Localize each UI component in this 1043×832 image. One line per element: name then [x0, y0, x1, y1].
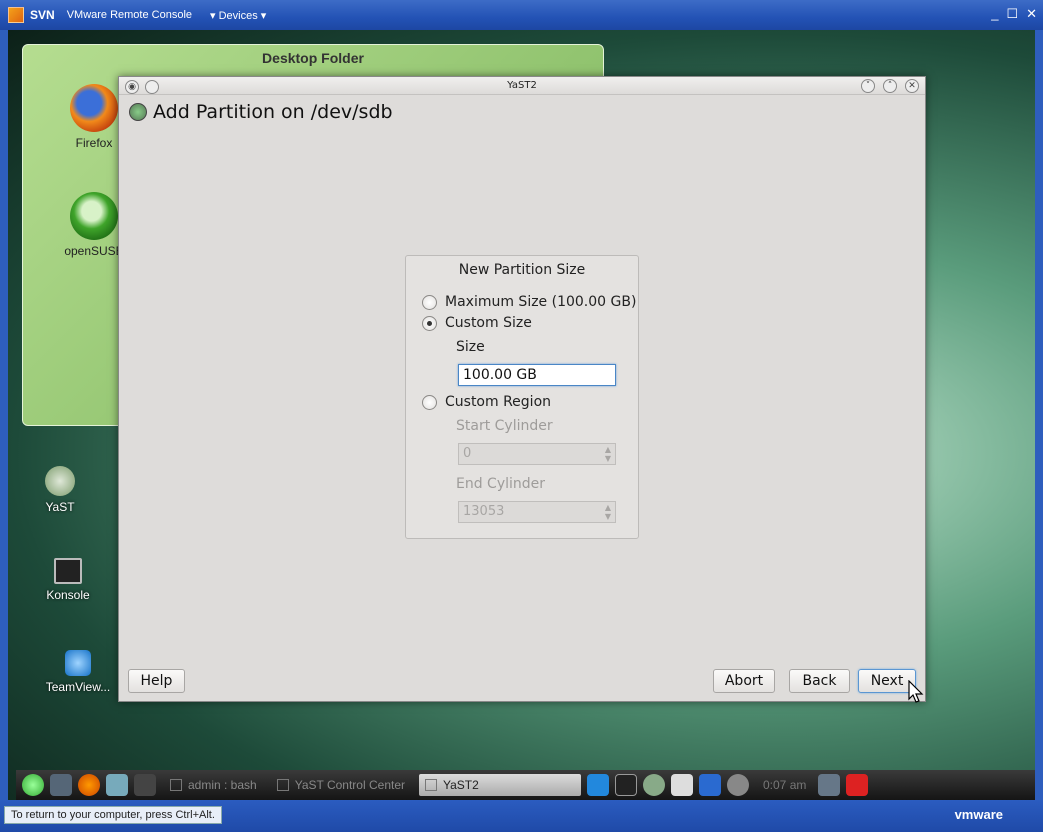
start-cylinder-label: Start Cylinder	[456, 418, 553, 434]
yast-icon	[45, 466, 75, 496]
yast2-window-title: YaST2	[507, 80, 537, 91]
desktop-folder-title: Desktop Folder	[262, 50, 364, 66]
minimize-button[interactable]: _	[991, 6, 998, 22]
back-button[interactable]: Back	[789, 669, 850, 693]
terminal-icon	[170, 779, 182, 791]
dialog-heading: Add Partition on /dev/sdb	[119, 95, 925, 123]
radio-custom-size[interactable]: Custom Size	[422, 315, 532, 331]
vm-name: SVN	[30, 8, 55, 22]
opensuse-icon	[70, 192, 118, 240]
info-icon[interactable]	[727, 774, 749, 796]
menu-vmware-remote-console[interactable]: VMware Remote Console	[67, 9, 192, 21]
size-label: Size	[456, 339, 485, 355]
terminal-icon	[54, 558, 82, 584]
end-cylinder-label: End Cylinder	[456, 476, 546, 492]
vmware-app-icon	[8, 7, 24, 23]
start-menu-icon[interactable]	[22, 774, 44, 796]
minimize-icon[interactable]: ˅	[861, 79, 875, 93]
radio-button[interactable]	[422, 294, 437, 310]
firefox-icon	[70, 84, 118, 132]
maximize-icon[interactable]: ˄	[883, 79, 897, 93]
updates-icon[interactable]	[699, 774, 721, 796]
size-input[interactable]	[458, 364, 616, 386]
vmware-statusbar: To return to your computer, press Ctrl+A…	[0, 800, 1043, 832]
window-menu-icon[interactable]: ◉	[125, 80, 139, 94]
close-icon[interactable]: ✕	[905, 79, 919, 93]
radio-label-region: Custom Region	[445, 394, 552, 410]
pager-icon[interactable]	[134, 774, 156, 796]
task-yast2[interactable]: YaST2	[419, 774, 581, 796]
page-title: Add Partition on /dev/sdb	[153, 101, 393, 123]
spin-arrows-icon[interactable]: ▲ ▼	[605, 445, 611, 463]
mouse-cursor-icon	[908, 680, 924, 703]
clock[interactable]: 0:07 am	[757, 774, 812, 796]
firefox-icon[interactable]	[78, 774, 100, 796]
vmware-titlebar: SVN VMware Remote Console ▾ Devices ▾ _ …	[0, 0, 1043, 30]
taskbar: admin : bash YaST Control Center YaST2 0…	[16, 770, 1035, 800]
task-yast-control-center[interactable]: YaST Control Center	[271, 774, 411, 796]
radio-button[interactable]	[422, 394, 437, 410]
desktop-icon-konsole[interactable]: Konsole	[28, 558, 108, 602]
spin-arrows-icon[interactable]: ▲ ▼	[605, 503, 611, 521]
yast-icon[interactable]	[643, 774, 665, 796]
maximize-button[interactable]: ☐	[1006, 6, 1018, 22]
yast2-window: ◉ YaST2 ˅ ˄ ✕ Add Partition on /dev/sdb …	[118, 76, 926, 702]
pin-icon[interactable]	[145, 80, 159, 94]
file-manager-icon[interactable]	[50, 774, 72, 796]
end-cylinder-spinbox[interactable]: 13053 ▲ ▼	[458, 501, 616, 523]
teamviewer-icon	[65, 650, 91, 676]
guest-desktop: Desktop Folder Firefox openSUSE YaST Kon…	[8, 30, 1035, 800]
yast2-titlebar: ◉ YaST2 ˅ ˄ ✕	[119, 77, 925, 95]
yast-icon	[425, 779, 437, 791]
radio-button-selected[interactable]	[422, 315, 437, 331]
status-message: To return to your computer, press Ctrl+A…	[4, 806, 222, 824]
lock-screen-icon[interactable]	[818, 774, 841, 796]
teamviewer-icon[interactable]	[587, 774, 609, 796]
power-icon[interactable]	[846, 774, 869, 796]
new-partition-size-group: New Partition Size Maximum Size (100.00 …	[405, 255, 639, 539]
yast-icon	[276, 779, 289, 791]
radio-label-custom: Custom Size	[445, 315, 532, 331]
mail-icon[interactable]	[106, 774, 128, 796]
group-title: New Partition Size	[458, 262, 586, 278]
clipboard-icon[interactable]	[671, 774, 693, 796]
radio-maximum-size[interactable]: Maximum Size (100.00 GB)	[422, 294, 636, 310]
close-button[interactable]: ✕	[1026, 6, 1037, 22]
help-button[interactable]: Help	[128, 669, 185, 693]
vmware-logo: vmware	[954, 807, 1003, 822]
radio-custom-region[interactable]: Custom Region	[422, 394, 551, 410]
hard-disk-icon	[129, 103, 147, 121]
menu-devices[interactable]: ▾ Devices ▾	[210, 9, 266, 22]
start-cylinder-spinbox[interactable]: 0 ▲ ▼	[458, 443, 616, 465]
abort-button[interactable]: Abort	[713, 669, 775, 693]
desktop-icon-teamviewer[interactable]: TeamView...	[38, 650, 118, 694]
radio-label-maximum: Maximum Size (100.00 GB)	[445, 294, 637, 310]
desktop-icon-yast[interactable]: YaST	[20, 466, 100, 514]
task-admin-bash[interactable]: admin : bash	[164, 774, 263, 796]
vm-frame: Desktop Folder Firefox openSUSE YaST Kon…	[0, 30, 1043, 832]
terminal-icon[interactable]	[615, 774, 637, 796]
